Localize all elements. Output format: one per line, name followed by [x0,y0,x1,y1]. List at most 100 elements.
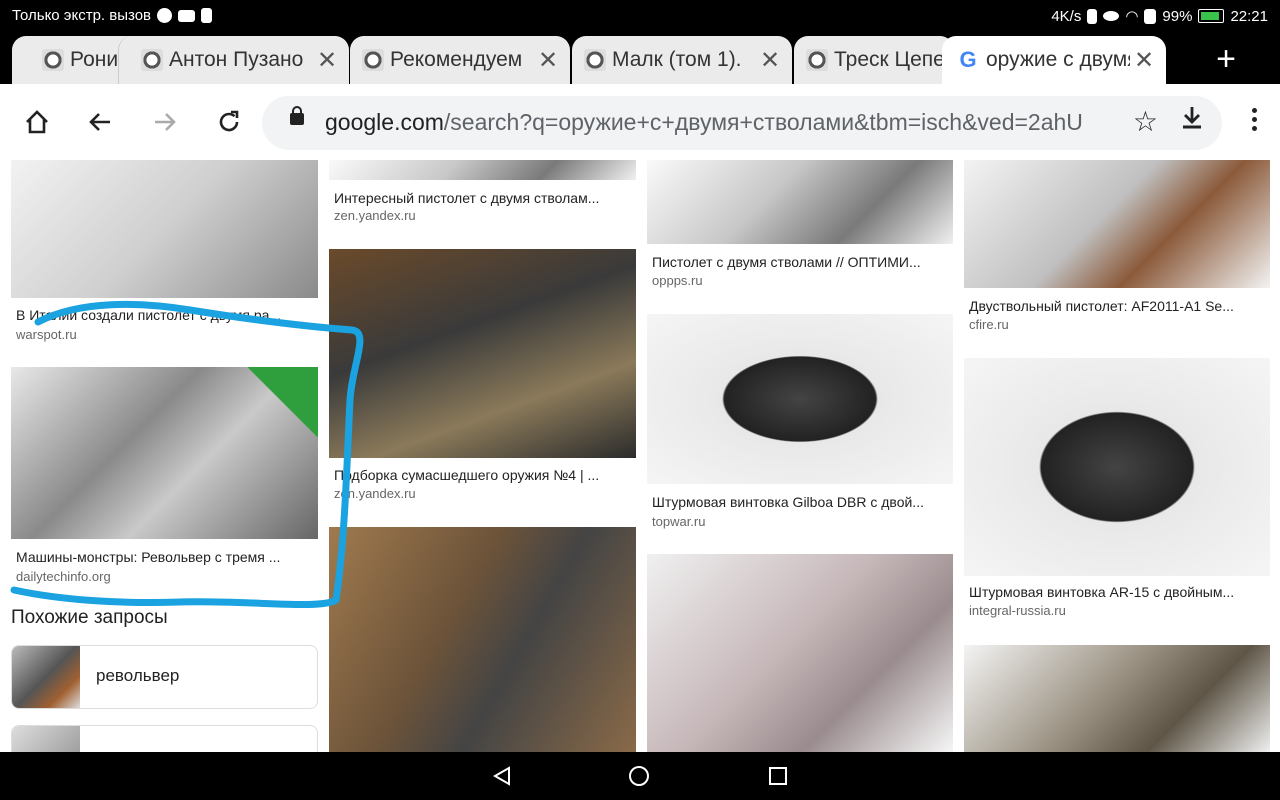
result-title[interactable]: Штурмовая винтовка Gilboa DBR с двой... [652,494,946,510]
close-icon[interactable]: ✕ [534,46,562,75]
result-card[interactable] [964,645,1270,752]
tab-label: Малк (том 1). [612,48,742,71]
tab-strip: Рони Антон Пузано ✕ Рекомендуем ✕ Малк (… [0,32,1280,84]
nav-back-icon[interactable] [490,764,514,788]
close-icon[interactable]: ✕ [1130,46,1158,75]
result-domain: warspot.ru [16,327,77,342]
system-nav-bar [0,752,1280,800]
related-thumbnail [12,726,80,752]
result-card[interactable] [329,527,636,752]
result-image[interactable] [964,160,1270,288]
arrow-right-icon [155,113,176,131]
result-title[interactable]: Машины-монстры: Револьвер с тремя ... [16,549,311,565]
tab-label: Треск Цепе [834,48,945,71]
result-image[interactable] [964,358,1270,576]
status-bar: Только экстр. вызов 4K/s ◠ 99% 22:21 [0,0,1280,32]
tab-2[interactable]: Антон Пузано ✕ [118,36,349,84]
nav-recents-icon[interactable] [766,764,790,788]
result-card[interactable]: Подборка сумасшедшего оружия №4 | ... ze… [329,249,636,507]
result-card[interactable]: Пистолет с двумя стволами // ОПТИМИ... o… [647,160,953,288]
result-image[interactable] [647,554,953,752]
result-image[interactable] [329,160,636,180]
home-button[interactable] [19,104,55,140]
arrow-left-icon [89,113,110,131]
download-icon[interactable] [1180,104,1204,139]
result-card[interactable]: В Италии создали пистолет с двумя ра... … [11,160,318,345]
reload-button[interactable] [211,104,247,140]
nav-home-icon[interactable] [627,764,651,788]
sim-icon [201,8,213,23]
network-speed: 4K/s [1051,7,1082,25]
tab-active[interactable]: G оружие с двумя ✕ [942,36,1166,84]
result-title[interactable]: Штурмовая винтовка AR-15 с двойным... [969,584,1263,600]
result-title[interactable]: В Италии создали пистолет с двумя ра... [16,307,311,323]
battery-level: 99% [1162,7,1193,25]
result-card[interactable]: Штурмовая винтовка Gilboa DBR с двой... … [647,314,953,534]
forward-button[interactable] [147,104,183,140]
related-search-label: револьвер [96,666,180,685]
result-domain: oppps.ru [652,273,703,288]
result-title[interactable]: Пистолет с двумя стволами // ОПТИМИ... [652,254,946,270]
new-tab-button[interactable]: + [1216,42,1236,76]
wifi-icon: ◠ [1125,8,1139,25]
bookmark-star-icon[interactable]: ☆ [1133,105,1158,138]
close-icon[interactable]: ✕ [756,46,784,75]
url-host: google.com [325,109,444,135]
tab-label: Антон Пузано [169,48,304,71]
result-domain: integral-russia.ru [969,603,1066,618]
address-bar[interactable]: google.com/search?q=оружие+с+двумя+ствол… [262,96,1222,150]
signal-icon [1144,8,1157,24]
result-card[interactable]: Машины-монстры: Револьвер с тремя ... da… [11,367,318,587]
result-card[interactable]: Штурмовая винтовка AR-15 с двойным... in… [964,358,1270,623]
result-image[interactable] [329,249,636,458]
tab-3[interactable]: Рекомендуем ✕ [350,36,570,84]
result-title[interactable]: Подборка сумасшедшего оружия №4 | ... [334,467,629,483]
result-domain: topwar.ru [652,514,706,529]
result-image[interactable] [647,160,953,244]
result-domain: zen.yandex.ru [334,208,416,223]
result-domain: dailytechinfo.org [16,569,111,584]
vibrate-icon [1087,8,1098,24]
site-favicon-icon [584,49,606,71]
browser-toolbar: google.com/search?q=оружие+с+двумя+ствол… [0,84,1280,160]
back-button[interactable] [82,104,118,140]
url-path: /search?q=оружие+с+двумя+стволами&tbm=is… [443,109,1083,135]
google-icon: G [959,47,977,72]
monster-machines-badge [248,367,318,437]
eye-comfort-icon [1103,11,1120,21]
home-icon [26,110,48,134]
result-card[interactable]: Интересный пистолет с двумя стволам... z… [329,160,636,230]
result-title[interactable]: Двуствольный пистолет: AF2011-A1 Se... [969,298,1263,314]
result-image[interactable] [647,314,953,484]
battery-icon [1198,9,1225,23]
football-icon [157,8,173,23]
related-search-item[interactable] [11,725,318,752]
result-image[interactable] [964,645,1270,752]
status-left-text: Только экстр. вызов [12,7,152,24]
image-results: В Италии создали пистолет с двумя ра... … [0,160,1280,752]
lock-icon [290,106,304,125]
reload-icon [219,110,239,132]
site-favicon-icon [141,49,163,71]
result-image[interactable] [329,527,636,752]
close-icon[interactable]: ✕ [313,46,341,75]
site-favicon-icon [362,49,384,71]
site-favicon-icon [42,49,64,71]
related-search-item[interactable]: револьвер [11,645,318,709]
site-favicon-icon [806,49,828,71]
youtube-icon [178,9,196,22]
tab-label: оружие с двумя [986,48,1130,71]
more-menu-icon[interactable] [1252,108,1258,135]
tab-5[interactable]: Треск Цепе [794,36,954,84]
related-thumbnail [12,646,80,708]
result-domain: zen.yandex.ru [334,486,416,501]
result-card[interactable] [647,554,953,752]
tab-4[interactable]: Малк (том 1). ✕ [572,36,792,84]
result-image[interactable] [11,160,318,298]
related-searches-heading: Похожие запросы [11,607,168,628]
url-text[interactable]: google.com/search?q=оружие+с+двумя+ствол… [325,109,1125,136]
result-card[interactable]: Двуствольный пистолет: AF2011-A1 Se... c… [964,160,1270,335]
tab-label: Рекомендуем [390,48,523,71]
clock: 22:21 [1230,7,1268,25]
result-title[interactable]: Интересный пистолет с двумя стволам... [334,190,629,206]
